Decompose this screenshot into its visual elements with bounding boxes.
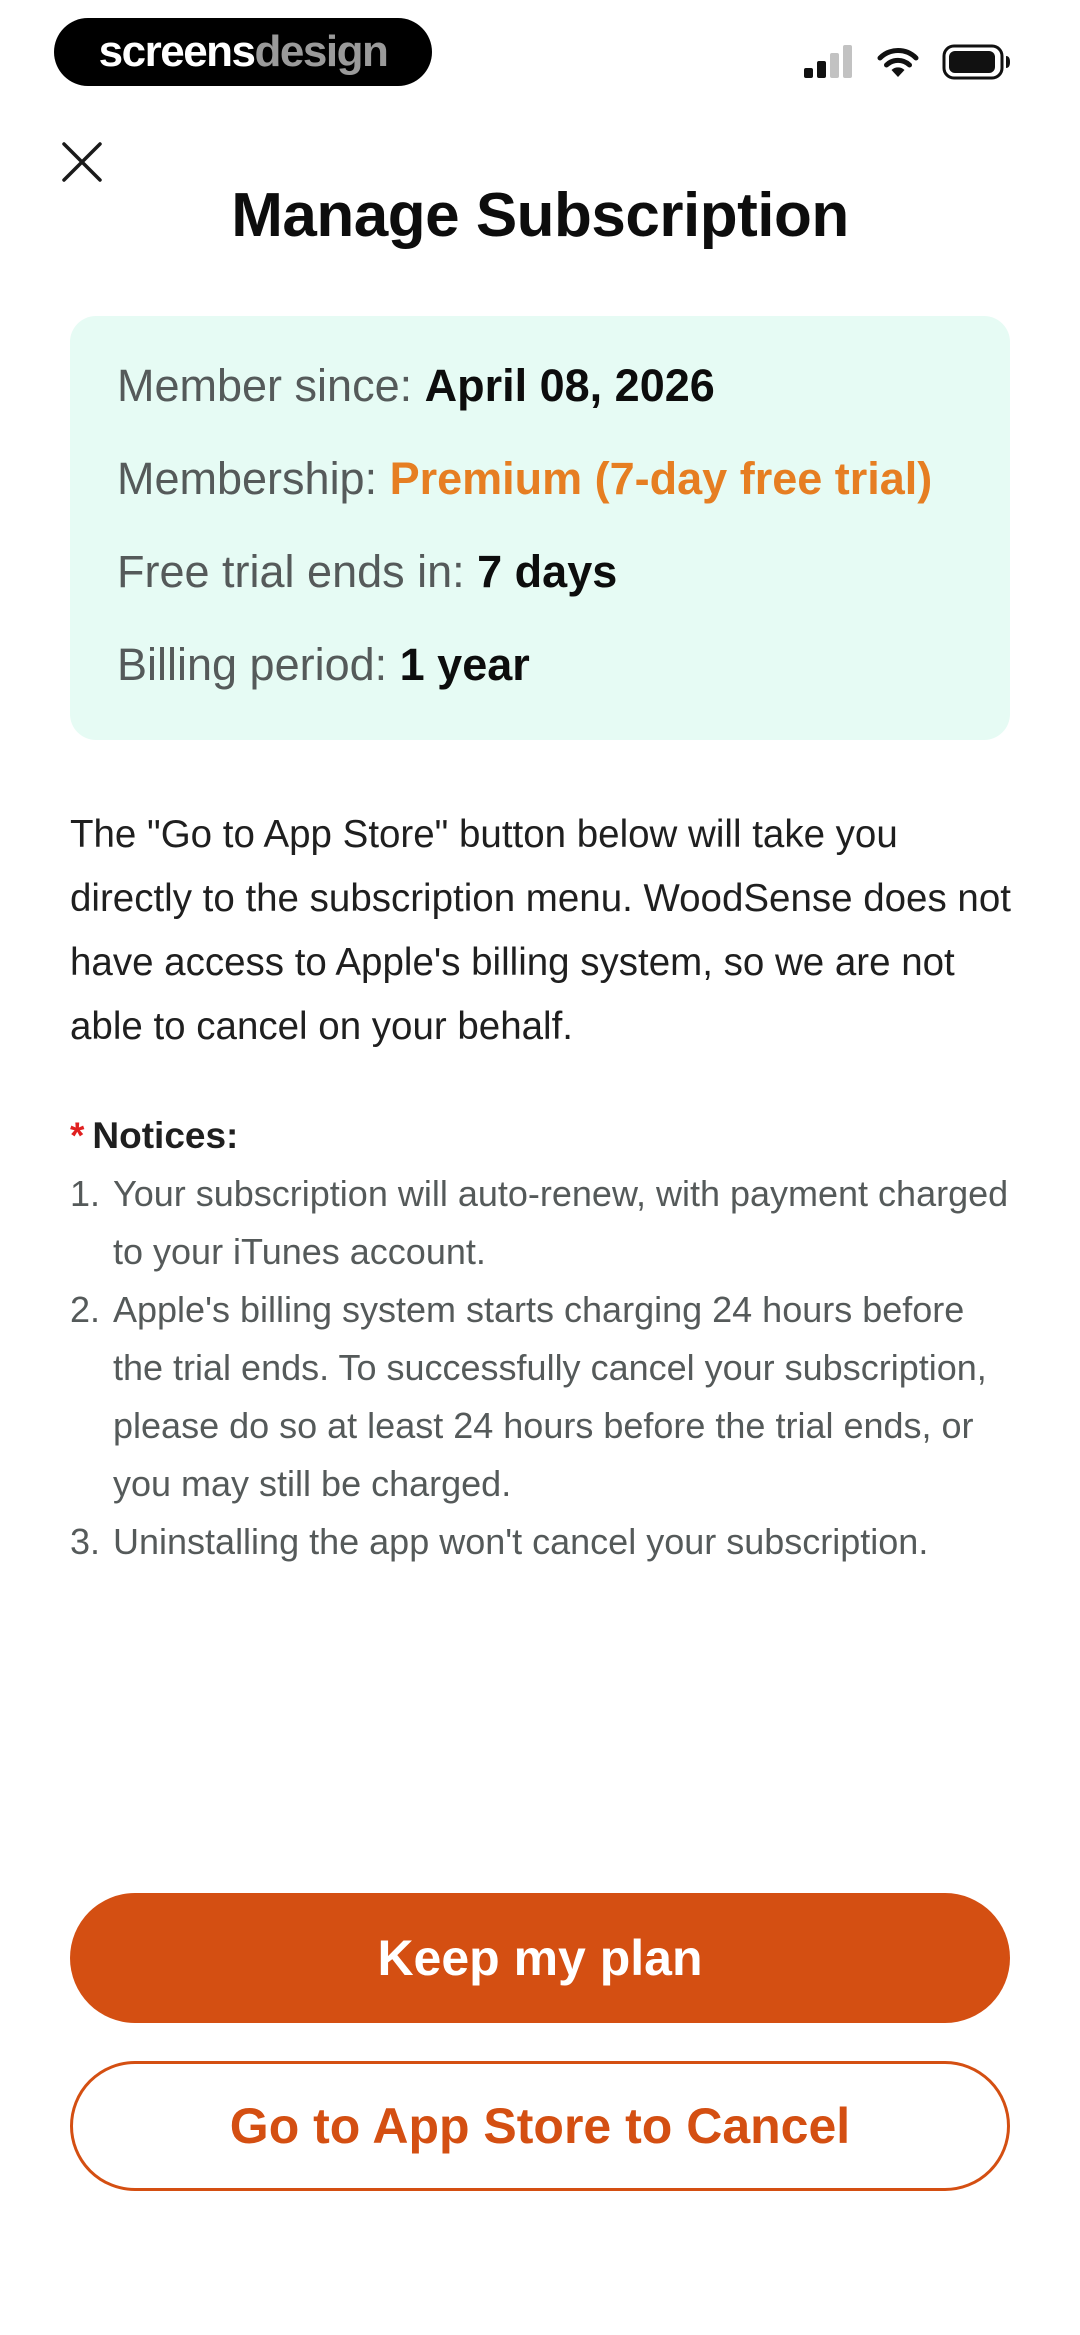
signal-icon: [804, 45, 852, 78]
notice-text: Your subscription will auto-renew, with …: [113, 1173, 1009, 1272]
notice-number: 2.: [70, 1289, 101, 1330]
description-text: The "Go to App Store" button below will …: [70, 813, 1011, 1048]
notice-number: 1.: [70, 1173, 101, 1214]
trial-ends-label: Free trial ends in:: [117, 546, 478, 597]
notice-text: Uninstalling the app won't cancel your s…: [113, 1521, 929, 1562]
membership-value: Premium (7-day free trial): [389, 453, 933, 504]
membership-row: Membership: Premium (7-day free trial): [117, 432, 1010, 525]
page-title: Manage Subscription: [231, 181, 849, 250]
member-since-row: Member since: April 08, 2026: [117, 339, 1010, 432]
billing-period-value: 1 year: [399, 639, 530, 690]
close-button[interactable]: [58, 138, 106, 186]
notice-item: 2. Apple's billing system starts chargin…: [70, 1281, 1020, 1513]
brand-part-1: screens: [98, 27, 256, 76]
battery-icon: [942, 44, 1010, 80]
billing-period-row: Billing period: 1 year: [117, 618, 1010, 711]
billing-period-label: Billing period:: [117, 639, 400, 690]
membership-info-card: Member since: April 08, 2026 Membership:…: [70, 316, 1010, 740]
required-asterisk: *: [70, 1115, 85, 1156]
membership-label: Membership:: [117, 453, 390, 504]
status-icons: [802, 42, 1012, 82]
notice-item: 3. Uninstalling the app won't cancel you…: [70, 1513, 1020, 1571]
trial-ends-value: 7 days: [477, 546, 618, 597]
keep-plan-button[interactable]: Keep my plan: [70, 1893, 1010, 2023]
wifi-icon: [877, 48, 919, 77]
member-since-label: Member since:: [117, 360, 425, 411]
notices-heading: * Notices:: [70, 1107, 1020, 1165]
go-to-app-store-cancel-button[interactable]: Go to App Store to Cancel: [70, 2061, 1010, 2191]
member-since-value: April 08, 2026: [424, 360, 715, 411]
brand-watermark: screens design: [54, 18, 432, 86]
notices-section: * Notices: 1. Your subscription will auto…: [70, 1107, 1020, 1571]
notice-number: 3.: [70, 1521, 101, 1562]
notice-item: 1. Your subscription will auto-renew, wi…: [70, 1165, 1020, 1281]
brand-part-2: design: [254, 27, 389, 76]
close-icon: [62, 142, 102, 182]
notice-text: Apple's billing system starts charging 2…: [113, 1289, 987, 1504]
notices-heading-label: Notices:: [92, 1115, 239, 1156]
trial-ends-row: Free trial ends in: 7 days: [117, 525, 1010, 618]
